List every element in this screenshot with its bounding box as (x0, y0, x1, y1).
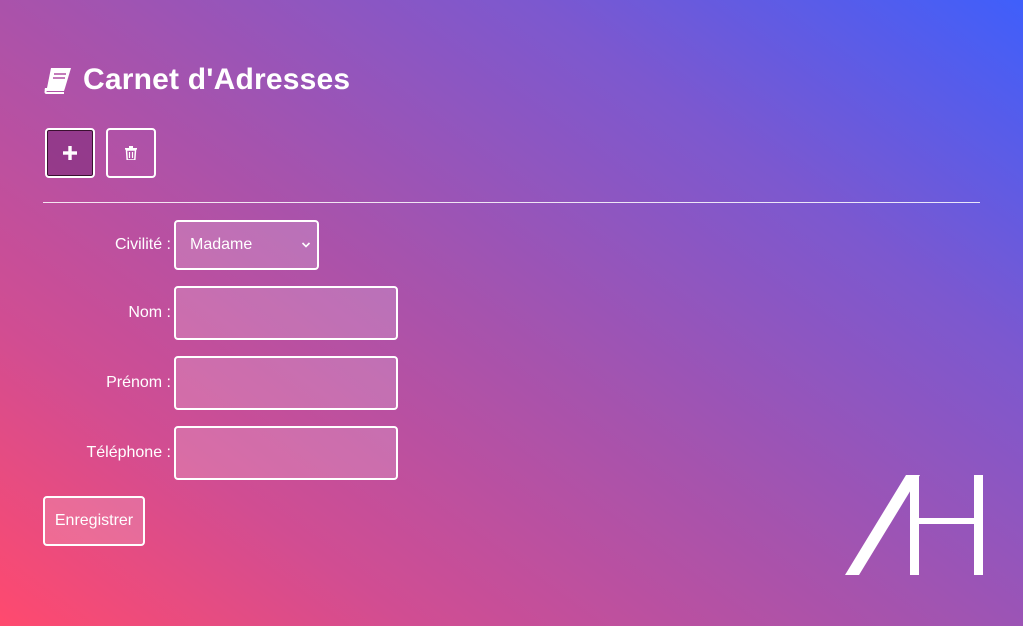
divider (43, 202, 980, 203)
civilite-selected-value: Madame (190, 236, 253, 253)
page-title: Carnet d'Adresses (83, 63, 351, 96)
brand-logo (845, 474, 985, 576)
add-contact-button[interactable] (45, 128, 95, 178)
telephone-label: Téléphone : (86, 444, 171, 461)
page-header: Carnet d'Adresses (43, 58, 350, 102)
prenom-row: Prénom : (43, 356, 398, 410)
book-icon (43, 66, 73, 94)
delete-contact-button[interactable] (106, 128, 156, 178)
civilite-row: Civilité : Madame (43, 220, 319, 270)
address-book-app: Carnet d'Adresses Civilité: Madame Nom … (43, 0, 980, 626)
nom-input[interactable] (174, 286, 398, 340)
prenom-label: Prénom : (106, 374, 171, 391)
toolbar (45, 128, 156, 178)
chevron-down-icon (301, 236, 311, 254)
civilite-label: Civilité : (114, 236, 171, 253)
prenom-input[interactable] (174, 356, 398, 410)
telephone-row: Téléphone : (43, 426, 398, 480)
plus-icon (63, 146, 77, 160)
civilite-select[interactable]: Madame (174, 220, 319, 270)
telephone-input[interactable] (174, 426, 398, 480)
nom-row: Nom : (43, 286, 398, 340)
nom-label: Nom : (128, 304, 171, 321)
save-button[interactable]: Enregistrer (43, 496, 145, 546)
trash-icon (125, 146, 137, 160)
